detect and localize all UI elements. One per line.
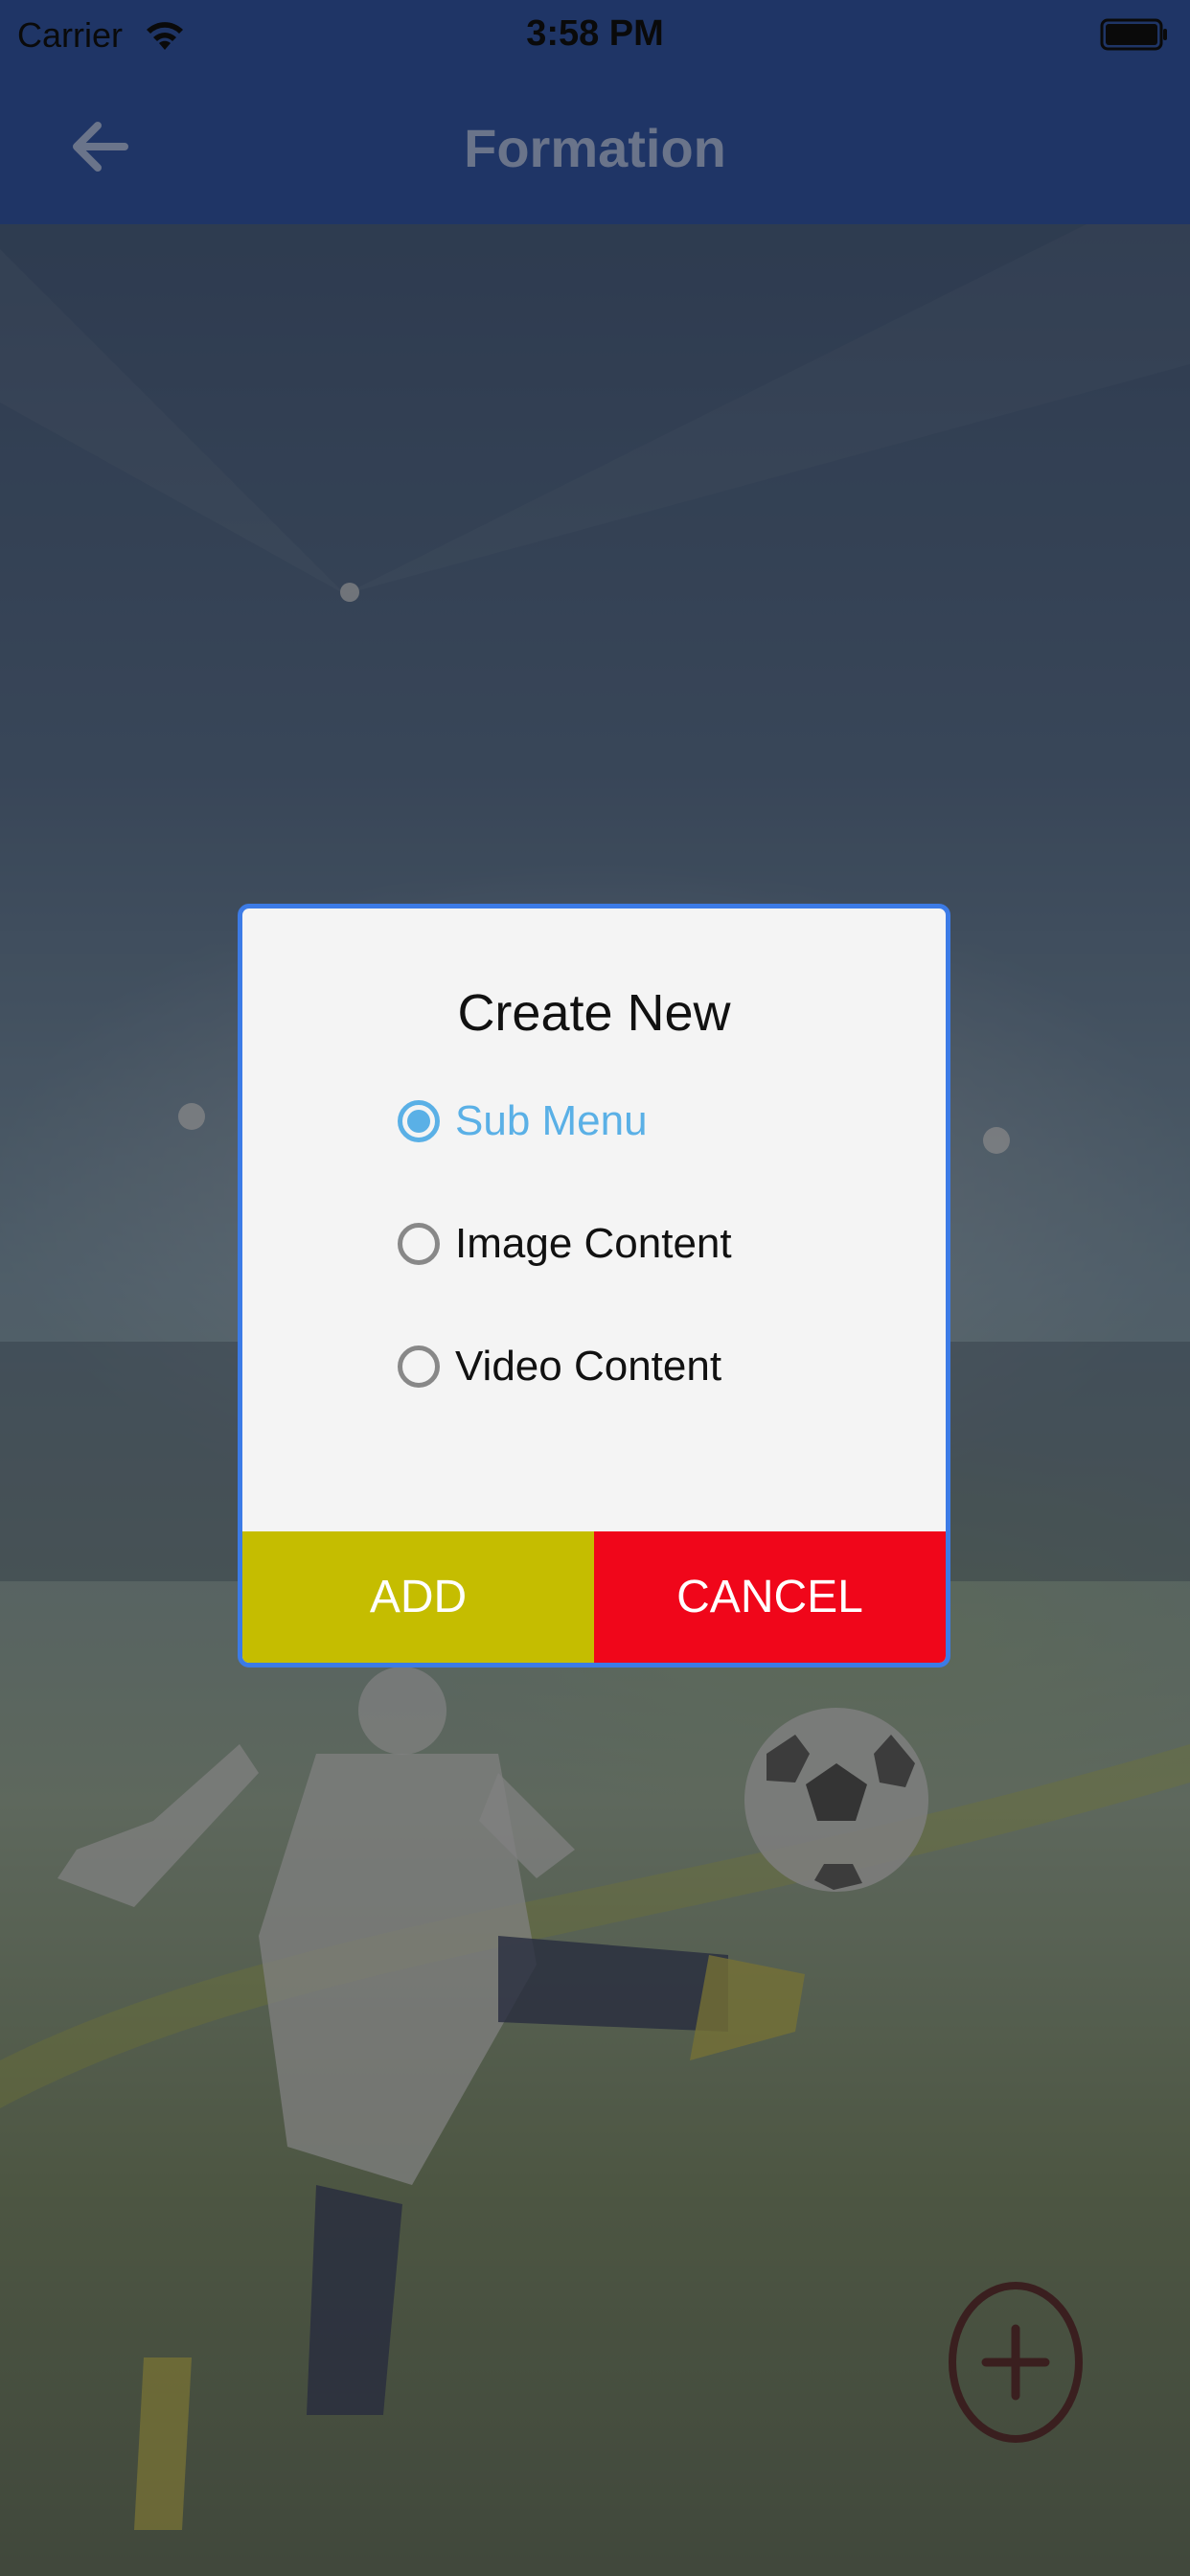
option-image-content[interactable]: Image Content	[398, 1206, 732, 1282]
status-bar: Carrier 3:58 PM	[0, 0, 1190, 75]
option-sub-menu[interactable]: Sub Menu	[398, 1083, 648, 1160]
dialog-actions: ADD CANCEL	[242, 1531, 946, 1663]
radio-sub-menu[interactable]	[398, 1100, 440, 1142]
option-label: Video Content	[455, 1343, 722, 1390]
option-label: Sub Menu	[455, 1097, 648, 1144]
battery-icon	[1100, 17, 1169, 57]
radio-video-content[interactable]	[398, 1346, 440, 1388]
create-new-dialog: Create New Sub Menu Image Content Video …	[238, 904, 950, 1668]
dialog-title: Create New	[457, 984, 731, 1042]
status-time: 3:58 PM	[526, 13, 664, 54]
option-video-content[interactable]: Video Content	[398, 1328, 721, 1405]
cancel-button[interactable]: CANCEL	[594, 1531, 946, 1663]
option-label: Image Content	[455, 1220, 732, 1267]
page-title: Formation	[464, 118, 726, 178]
plus-circle-icon[interactable]	[948, 2281, 1084, 2444]
navigation-bar: Formation	[0, 75, 1190, 224]
radio-image-content[interactable]	[398, 1223, 440, 1265]
add-button[interactable]: ADD	[242, 1531, 594, 1663]
